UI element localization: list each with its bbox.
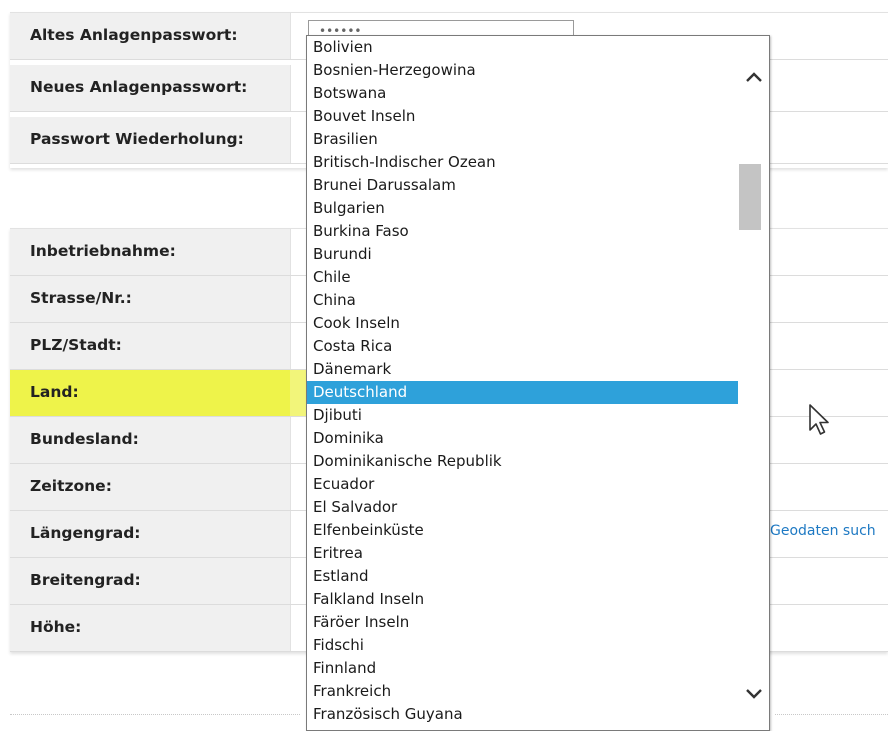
- country-option[interactable]: Dominika: [307, 427, 738, 450]
- country-option[interactable]: Britisch-Indischer Ozean: [307, 151, 738, 174]
- country-option[interactable]: Cook Inseln: [307, 312, 738, 335]
- country-option[interactable]: Frankreich: [307, 680, 738, 703]
- country-option[interactable]: Bulgarien: [307, 197, 738, 220]
- divider-right: [775, 714, 888, 715]
- geodata-search-link[interactable]: Geodaten such: [770, 523, 876, 539]
- latitude-label: Breitengrad:: [30, 571, 141, 589]
- country-option[interactable]: Djibuti: [307, 404, 738, 427]
- country-option[interactable]: Deutschland: [307, 381, 738, 404]
- country-option[interactable]: Botswana: [307, 82, 738, 105]
- country-label: Land:: [30, 383, 79, 401]
- chevron-up-icon[interactable]: [743, 66, 765, 88]
- country-dropdown-list[interactable]: Bolivien Bosnien-Herzegowina Botswana Bouve…: [306, 35, 770, 731]
- country-option[interactable]: Chile: [307, 266, 738, 289]
- timezone-label: Zeitzone:: [30, 477, 112, 495]
- commissioning-label: Inbetriebnahme:: [30, 242, 176, 260]
- repeat-password-label: Passwort Wiederholung:: [30, 130, 244, 148]
- country-option[interactable]: Ecuador: [307, 473, 738, 496]
- dropdown-scrollbar[interactable]: [739, 36, 769, 730]
- altitude-label: Höhe:: [30, 618, 82, 636]
- divider-left: [10, 714, 300, 715]
- country-option[interactable]: China: [307, 289, 738, 312]
- country-option[interactable]: Bosnien-Herzegowina: [307, 59, 738, 82]
- country-option[interactable]: Brasilien: [307, 128, 738, 151]
- country-option[interactable]: Brunei Darussalam: [307, 174, 738, 197]
- country-option[interactable]: Burundi: [307, 243, 738, 266]
- longitude-label: Längengrad:: [30, 524, 141, 542]
- country-option[interactable]: Fidschi: [307, 634, 738, 657]
- country-options: Bolivien Bosnien-Herzegowina Botswana Bouve…: [307, 36, 738, 726]
- mouse-pointer-icon: [809, 404, 829, 435]
- country-option[interactable]: Bolivien: [307, 36, 738, 59]
- street-label: Strasse/Nr.:: [30, 289, 132, 307]
- country-option[interactable]: Färöer Inseln: [307, 611, 738, 634]
- country-option[interactable]: Elfenbeinküste: [307, 519, 738, 542]
- zip-city-label: PLZ/Stadt:: [30, 336, 122, 354]
- chevron-down-icon[interactable]: [743, 682, 765, 704]
- new-password-label: Neues Anlagenpasswort:: [30, 78, 248, 96]
- state-label: Bundesland:: [30, 430, 139, 448]
- scrollbar-thumb[interactable]: [739, 164, 761, 230]
- country-option[interactable]: Costa Rica: [307, 335, 738, 358]
- country-option[interactable]: Falkland Inseln: [307, 588, 738, 611]
- country-option[interactable]: Bouvet Inseln: [307, 105, 738, 128]
- country-option[interactable]: Eritrea: [307, 542, 738, 565]
- old-password-label: Altes Anlagenpasswort:: [30, 26, 238, 44]
- country-option[interactable]: Dominikanische Republik: [307, 450, 738, 473]
- country-option[interactable]: Estland: [307, 565, 738, 588]
- country-option[interactable]: El Salvador: [307, 496, 738, 519]
- country-option[interactable]: Finnland: [307, 657, 738, 680]
- country-option[interactable]: Dänemark: [307, 358, 738, 381]
- country-option[interactable]: Französisch Guyana: [307, 703, 738, 726]
- country-option[interactable]: Burkina Faso: [307, 220, 738, 243]
